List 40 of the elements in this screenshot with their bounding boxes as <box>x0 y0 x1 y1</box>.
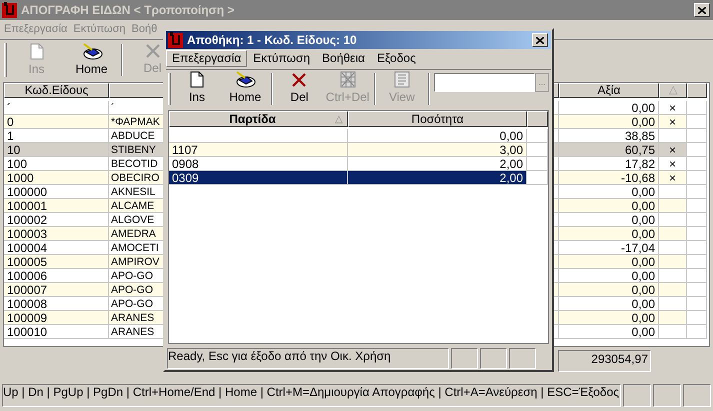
column-header[interactable]: Αξία <box>559 83 659 98</box>
table-row[interactable]: 0908 2,00 <box>169 157 548 172</box>
menu-item[interactable]: Βοήθεια <box>316 50 371 68</box>
table-cell: 2,00 <box>348 171 527 186</box>
column-header[interactable]: Παρτίδα △ <box>169 111 348 128</box>
close-button[interactable] <box>694 3 710 17</box>
menu-item[interactable]: Εκτύπωση <box>247 50 316 68</box>
page-icon <box>30 42 44 60</box>
table-row[interactable]: 0,00 <box>169 129 548 144</box>
app-logo-icon <box>168 32 184 48</box>
delete-icon <box>291 72 308 88</box>
close-icon <box>536 36 544 44</box>
table-cell: 100010 <box>4 325 109 339</box>
total-field: 293054,97 <box>558 350 651 372</box>
column-header[interactable]: Κωδ.Είδους <box>4 83 109 98</box>
table-row[interactable]: 1107 3,00 <box>169 143 548 158</box>
status-panel <box>509 348 536 369</box>
page-icon <box>190 71 204 88</box>
dialog-status-text: Ready, Esc για έξοδο από την Οικ. Χρήση <box>167 348 449 369</box>
window-title: Αποθήκη: 1 - Κωδ. Είδους: 10 <box>187 32 358 49</box>
close-icon <box>698 6 706 14</box>
window-title: ΑΠΟΓΡΑΦΗ ΕΙΔΩΝ < Τροποποίηση > <box>21 2 236 19</box>
table-cell: 0,00 <box>559 325 659 339</box>
status-panel <box>480 348 507 369</box>
column-header[interactable]: Ποσότητα <box>348 111 527 128</box>
menu-item[interactable]: Επεξεργασία <box>166 50 248 68</box>
status-panel <box>623 384 651 407</box>
search-field[interactable] <box>434 73 535 92</box>
menu-item[interactable]: Εξοδος <box>371 50 422 68</box>
close-button[interactable] <box>532 33 548 47</box>
table-cell: 0309 <box>169 171 348 186</box>
delete-icon <box>144 43 160 59</box>
sort-mark: △ <box>335 112 344 127</box>
status-bar-text: Up | Dn | PgUp | PgDn | Ctrl+Home/End | Home | Ctrl+M=Δημιουργία Απογραφής | Ctrl+A=Ανεύρεση | ESC=Έξοδος <box>2 384 621 407</box>
status-panel <box>653 384 681 407</box>
status-panel <box>451 348 478 369</box>
table-row[interactable]: 0309 2,00 <box>169 171 548 186</box>
status-panel <box>683 384 711 407</box>
toolbar-button[interactable]: Home <box>64 42 119 78</box>
app-logo-icon <box>2 2 18 18</box>
